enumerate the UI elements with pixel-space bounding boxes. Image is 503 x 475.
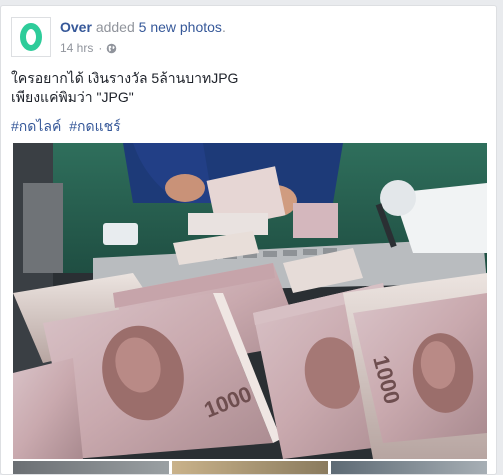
action-period: . [221,19,226,35]
thai-1000-baht-banknotes-photo[interactable]: 1000 1000 [13,143,487,459]
author-name-link[interactable]: Over [60,19,92,35]
post-headline: Over added 5 new photos. [60,18,226,36]
page-logo-icon [16,22,46,52]
globe-icon[interactable] [106,43,117,54]
post-hashtags: #กดไลค์ #กดแชร์ [11,117,125,136]
post-header: Over added 5 new photos. 14 hrs · [11,17,486,62]
meta-separator: · [98,41,103,55]
message-line-2: เพียงแค่พิมว่า "JPG" [11,89,134,105]
post-meta: 14 hrs · [60,41,117,55]
photo-thumbnails [13,461,487,474]
new-photos-link[interactable]: 5 new photos [139,19,222,35]
feed-post: Over added 5 new photos. 14 hrs · ใครอยา… [0,5,497,475]
photo-thumbnail[interactable] [172,461,328,474]
post-action-text: added [95,19,135,35]
page-avatar[interactable] [11,17,51,57]
message-line-1: ใครอยากได้ เงินรางวัล 5ล้านบาทJPG [11,70,239,86]
photo-thumbnail[interactable] [13,461,169,474]
hashtag-link[interactable]: #กดไลค์ [11,118,61,134]
photo-thumbnail[interactable] [331,461,487,474]
hashtag-link[interactable]: #กดแชร์ [69,118,120,134]
post-message: ใครอยากได้ เงินรางวัล 5ล้านบาทJPG เพียงแ… [11,69,238,107]
post-timestamp[interactable]: 14 hrs [60,41,93,55]
